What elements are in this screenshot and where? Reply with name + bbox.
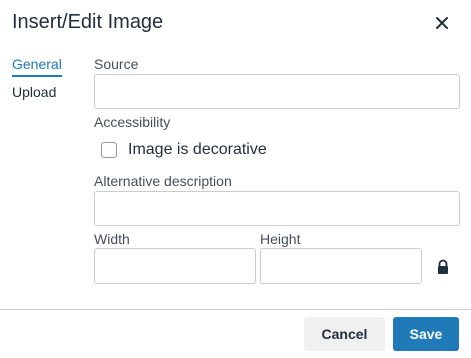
- alt-description-label: Alternative description: [94, 173, 232, 189]
- alt-description-input[interactable]: [94, 191, 460, 226]
- footer-divider: [0, 309, 471, 310]
- height-label: Height: [260, 231, 301, 247]
- width-label: Width: [94, 231, 130, 247]
- height-input[interactable]: [260, 248, 422, 284]
- tab-general[interactable]: General: [12, 56, 62, 77]
- lock-icon[interactable]: [436, 259, 450, 275]
- tab-upload[interactable]: Upload: [12, 84, 56, 103]
- accessibility-label: Accessibility: [94, 114, 171, 130]
- save-button[interactable]: Save: [393, 317, 459, 351]
- insert-edit-image-dialog: Insert/Edit Image General Upload Source …: [0, 0, 471, 358]
- close-button[interactable]: [430, 11, 454, 35]
- close-icon: [436, 17, 448, 29]
- image-decorative-checkbox[interactable]: [101, 142, 117, 158]
- source-input[interactable]: [94, 74, 460, 109]
- image-decorative-label: Image is decorative: [128, 141, 267, 158]
- cancel-button[interactable]: Cancel: [304, 317, 385, 351]
- width-input[interactable]: [94, 248, 256, 284]
- dialog-title: Insert/Edit Image: [12, 11, 164, 33]
- source-label: Source: [94, 56, 139, 72]
- image-decorative-checkbox-row[interactable]: Image is decorative: [101, 139, 267, 161]
